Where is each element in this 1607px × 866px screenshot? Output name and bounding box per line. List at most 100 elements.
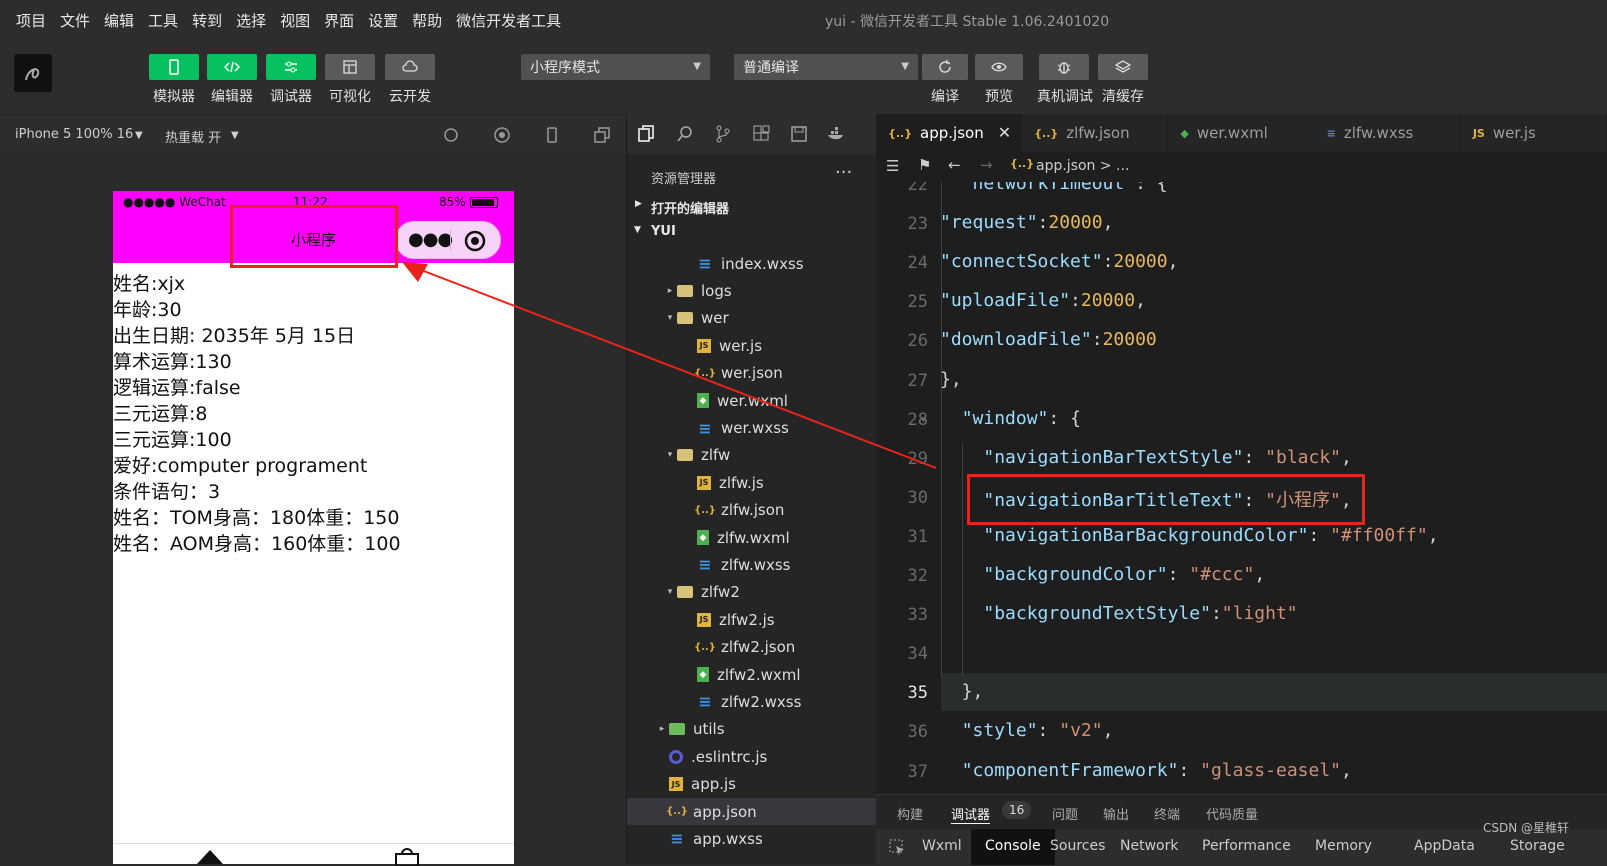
close-icon[interactable]: ✕ bbox=[998, 123, 1011, 142]
hotreload-toggle[interactable]: 热重载 开 bbox=[165, 127, 221, 146]
file-item[interactable]: JS app.js bbox=[627, 770, 877, 797]
devtools-tab[interactable]: Storage bbox=[1510, 838, 1565, 854]
devtools-tab[interactable]: AppData bbox=[1414, 838, 1475, 854]
menu-item[interactable]: 转到 bbox=[192, 10, 222, 31]
compile-button[interactable] bbox=[922, 54, 968, 80]
chevron-down-icon[interactable]: ▼ bbox=[231, 130, 239, 141]
file-item[interactable]: ◆ zlfw2.wxml bbox=[627, 661, 877, 688]
more-icon[interactable]: ●●● bbox=[408, 229, 453, 250]
preview-button[interactable] bbox=[975, 54, 1023, 80]
avatar[interactable] bbox=[14, 54, 52, 92]
file-item[interactable]: JS wer.js bbox=[627, 332, 877, 359]
devtools-tab[interactable]: Sources bbox=[1050, 838, 1105, 854]
menu-item[interactable]: 界面 bbox=[324, 10, 354, 31]
record-icon[interactable] bbox=[493, 126, 511, 144]
menu-item[interactable]: 设置 bbox=[368, 10, 398, 31]
save-icon[interactable] bbox=[790, 125, 808, 143]
chevron-right-icon: ▶ bbox=[635, 199, 642, 209]
real-debug-button[interactable] bbox=[1039, 54, 1089, 80]
editor-button[interactable] bbox=[207, 54, 257, 80]
file-item[interactable]: ▾ zlfw2 bbox=[627, 579, 877, 606]
detach-icon[interactable] bbox=[593, 126, 611, 144]
file-item[interactable]: .eslintrc.js bbox=[627, 743, 877, 770]
file-item[interactable]: ▾ wer bbox=[627, 305, 877, 332]
clear-cache-button[interactable] bbox=[1098, 54, 1148, 80]
file-item[interactable]: {..} zlfw.json bbox=[627, 497, 877, 524]
forward-arrow-icon[interactable]: → bbox=[980, 156, 993, 174]
file-item[interactable]: {..} app.json bbox=[627, 797, 877, 826]
file-item[interactable]: ≡ zlfw.wxss bbox=[627, 551, 877, 578]
chevron-down-icon[interactable]: ▼ bbox=[135, 130, 143, 141]
close-capsule-icon[interactable] bbox=[464, 230, 486, 252]
home-icon[interactable] bbox=[195, 846, 225, 866]
menu-item[interactable]: 工具 bbox=[148, 10, 178, 31]
tab-output[interactable]: 输出 bbox=[1103, 804, 1129, 823]
tab-wer-js[interactable]: JS wer.js bbox=[1461, 114, 1607, 152]
file-item[interactable]: {..} zlfw2.json bbox=[627, 633, 877, 660]
file-item[interactable]: ≡ zlfw2.wxss bbox=[627, 688, 877, 715]
mode-select[interactable]: 小程序模式 ▼ bbox=[521, 54, 710, 80]
devtools-tab[interactable]: Performance bbox=[1202, 838, 1291, 854]
bag-icon[interactable] bbox=[392, 846, 422, 866]
file-item[interactable]: ≡ wer.wxss bbox=[627, 414, 877, 441]
open-editors-section[interactable]: ▶ 打开的编辑器 bbox=[627, 194, 877, 218]
devtools-tab[interactable]: Wxml bbox=[922, 838, 962, 854]
compile-mode-select[interactable]: 普通编译 ▼ bbox=[734, 54, 918, 80]
visual-button[interactable] bbox=[325, 54, 375, 80]
tab-debugger[interactable]: 调试器 bbox=[951, 804, 991, 824]
file-item[interactable]: ◆ wer.wxml bbox=[627, 387, 877, 414]
more-icon[interactable]: ··· bbox=[835, 162, 852, 183]
tab-build[interactable]: 构建 bbox=[897, 804, 923, 823]
search-icon[interactable] bbox=[676, 125, 694, 143]
menu-capsule[interactable]: ●●● bbox=[395, 221, 501, 259]
list-icon[interactable]: ☰ bbox=[886, 157, 899, 175]
simulator-toolbar: iPhone 5 100% 16 ▼ 热重载 开 ▼ bbox=[0, 114, 626, 154]
file-item[interactable]: JS zlfw2.js bbox=[627, 606, 877, 633]
file-item[interactable]: ≡ index.wxss bbox=[627, 250, 877, 277]
devtools-tab[interactable]: Console bbox=[971, 829, 1055, 865]
file-item[interactable]: {..} wer.json bbox=[627, 360, 877, 387]
tab-wer-wxml[interactable]: ◆ wer.wxml bbox=[1168, 114, 1315, 152]
device-select[interactable]: iPhone 5 100% 16 bbox=[15, 127, 133, 142]
tab-app-json[interactable]: {..} app.json ✕ bbox=[876, 114, 1023, 152]
file-item[interactable]: ▾ zlfw bbox=[627, 442, 877, 469]
file-item[interactable]: ◆ zlfw.wxml bbox=[627, 524, 877, 551]
menu-item[interactable]: 编辑 bbox=[104, 10, 134, 31]
menu-item[interactable]: 选择 bbox=[236, 10, 266, 31]
file-item[interactable]: ▸ logs bbox=[627, 277, 877, 304]
inspect-icon[interactable] bbox=[888, 838, 906, 856]
page-content: 姓名:xjx 年龄:30 出生日期: 2035年 5月 15日 算术运算:130 逻辑运… bbox=[113, 271, 514, 557]
file-item[interactable]: ≡ app.wxss bbox=[627, 825, 877, 852]
menu-item[interactable]: 微信开发者工具 bbox=[456, 10, 561, 31]
tab-terminal[interactable]: 终端 bbox=[1154, 804, 1180, 823]
extensions-icon[interactable] bbox=[752, 125, 770, 143]
window-title: yui - 微信开发者工具 Stable 1.06.2401020 bbox=[825, 14, 1110, 30]
project-section[interactable]: ▼ YUI bbox=[627, 220, 877, 244]
menu-item[interactable]: 视图 bbox=[280, 10, 310, 31]
code-token: "style" bbox=[961, 720, 1038, 742]
files-icon[interactable] bbox=[637, 125, 655, 143]
menu-item[interactable]: 项目 bbox=[16, 10, 46, 31]
file-item[interactable]: JS zlfw.js bbox=[627, 469, 877, 496]
docker-icon[interactable] bbox=[827, 125, 845, 143]
devtools-tab[interactable]: Memory bbox=[1315, 838, 1372, 854]
menu-item[interactable]: 帮助 bbox=[412, 10, 442, 31]
source-control-icon[interactable] bbox=[714, 125, 732, 143]
bookmark-icon[interactable]: ⚑ bbox=[918, 156, 931, 174]
phone-icon[interactable] bbox=[543, 126, 561, 144]
explorer-title: 资源管理器 bbox=[651, 172, 717, 187]
breadcrumb-path[interactable]: app.json > ... bbox=[1036, 158, 1129, 174]
cloud-button[interactable] bbox=[385, 54, 435, 80]
back-arrow-icon[interactable]: ← bbox=[948, 156, 961, 174]
rotate-icon[interactable] bbox=[442, 126, 460, 144]
devtools-tab[interactable]: Network bbox=[1120, 838, 1178, 854]
line-number: 25 bbox=[907, 292, 928, 313]
tab-zlfw-json[interactable]: {..} zlfw.json bbox=[1022, 114, 1169, 152]
tab-zlfw-wxss[interactable]: ≡ zlfw.wxss bbox=[1315, 114, 1461, 152]
menu-item[interactable]: 文件 bbox=[60, 10, 90, 31]
debugger-button[interactable] bbox=[266, 54, 316, 80]
file-item[interactable]: ▸ utils bbox=[627, 716, 877, 743]
tab-quality[interactable]: 代码质量 bbox=[1206, 804, 1258, 823]
simulator-button[interactable] bbox=[149, 54, 199, 80]
tab-problems[interactable]: 问题 bbox=[1052, 804, 1078, 823]
